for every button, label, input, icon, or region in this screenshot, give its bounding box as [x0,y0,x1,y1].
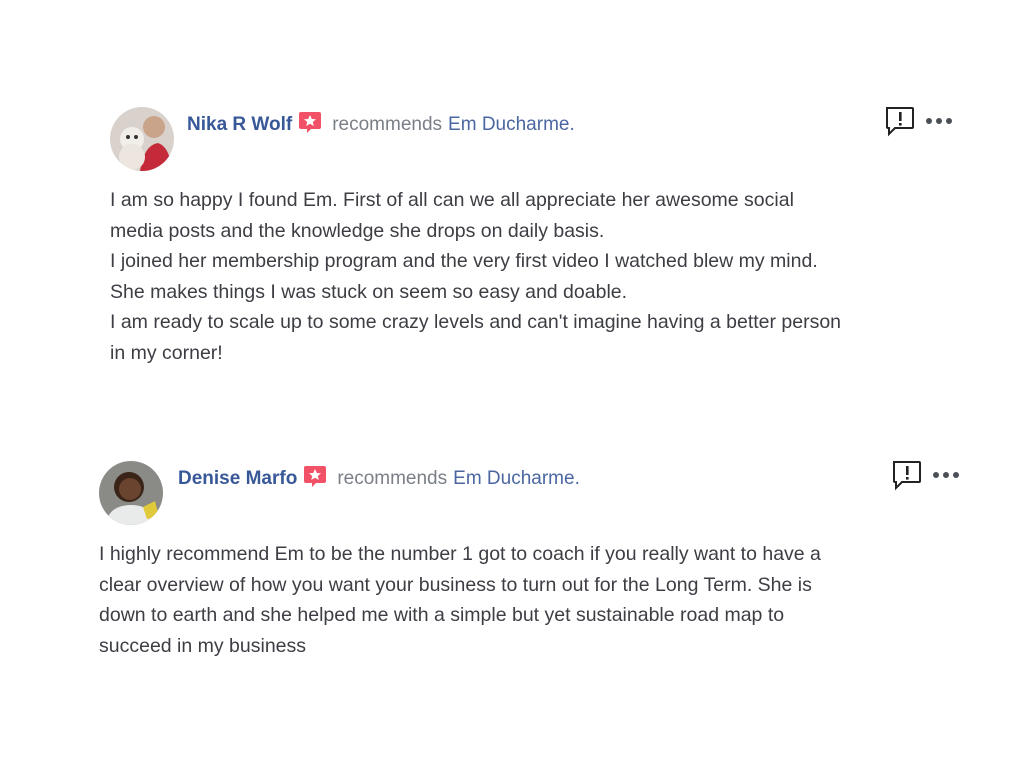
review-card: Denise Marfo recommends Em Ducharme. I h… [99,459,979,661]
avatar[interactable] [99,461,163,525]
review-line: I joined her membership program and the … [110,250,818,272]
review-card: Nika R Wolf recommends Em Ducharme. I am… [110,105,990,368]
recommendation-line: Denise Marfo recommends Em Ducharme. [178,465,580,490]
review-line: She makes things I was stuck on seem so … [110,280,628,303]
report-flag-icon[interactable] [891,459,923,491]
review-line: clear overview of how you want your busi… [99,573,812,596]
review-line: I am so happy I found Em. First of all c… [110,189,794,211]
review-line: succeed in my business [99,634,307,657]
avatar[interactable] [110,107,174,171]
review-line: in my corner! [110,341,223,364]
more-options-icon[interactable] [933,469,961,481]
review-line: I highly recommend Em to be the number 1… [99,543,821,565]
review-header: Nika R Wolf recommends Em Ducharme. [110,105,990,173]
review-text: I am so happy I found Em. First of all c… [110,185,990,368]
recommendation-star-badge-icon [303,465,327,488]
report-flag-icon[interactable] [884,105,916,137]
more-options-icon[interactable] [926,115,954,127]
review-line: down to earth and she helped me with a s… [99,604,785,626]
review-line: media posts and the knowledge she drops … [110,219,605,242]
review-text: I highly recommend Em to be the number 1… [99,539,979,661]
author-name[interactable]: Denise Marfo [178,468,297,490]
author-name[interactable]: Nika R Wolf [187,114,292,136]
recommends-text: recommends [337,467,448,489]
review-actions [891,459,961,491]
review-line: I am ready to scale up to some crazy lev… [110,311,842,333]
recommends-text: recommends [332,113,443,135]
recommended-page-link[interactable]: Em Ducharme. [448,114,575,136]
review-header: Denise Marfo recommends Em Ducharme. [99,459,979,527]
recommended-page-link[interactable]: Em Ducharme. [453,468,580,490]
recommendation-line: Nika R Wolf recommends Em Ducharme. [187,111,575,136]
review-actions [884,105,954,137]
recommendation-star-badge-icon [298,111,322,134]
